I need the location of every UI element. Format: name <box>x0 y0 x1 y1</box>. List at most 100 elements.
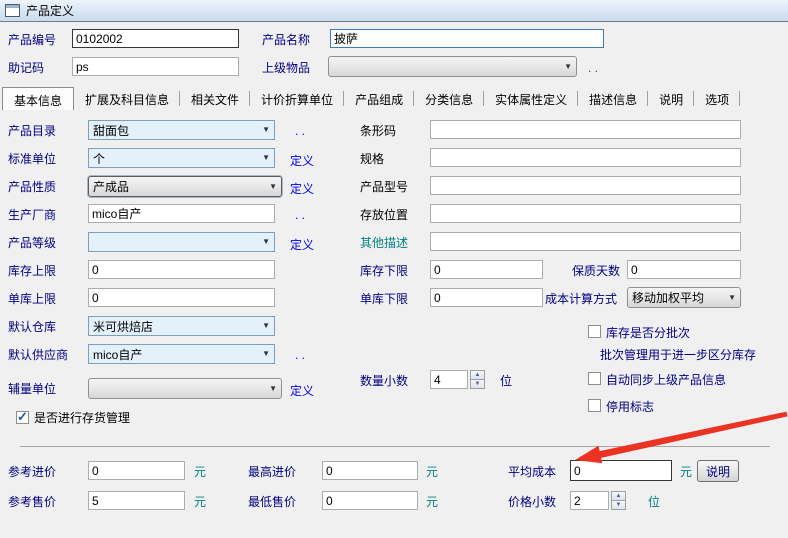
avg-cost-input[interactable] <box>570 460 672 481</box>
min-sale-input[interactable] <box>322 491 418 510</box>
window-title: 产品定义 <box>26 2 74 19</box>
ref-sale-unit: 元 <box>194 495 206 509</box>
ref-sale-label: 参考售价 <box>8 495 56 509</box>
store-upper-label: 单库上限 <box>8 292 56 306</box>
min-sale-unit: 元 <box>426 495 438 509</box>
price-decimal-label: 价格小数 <box>508 495 556 509</box>
ref-sale-input[interactable] <box>88 491 185 510</box>
store-lower-input[interactable] <box>430 288 543 307</box>
batch-label: 库存是否分批次 <box>606 326 690 340</box>
avg-cost-unit: 元 <box>680 465 692 479</box>
chevron-down-icon: ▼ <box>262 350 270 358</box>
manufacturer-input[interactable] <box>88 204 275 223</box>
nature-combo[interactable]: 产成品 ▼ <box>88 176 282 197</box>
product-name-label: 产品名称 <box>262 33 310 47</box>
title-bar: 产品定义 <box>0 0 788 22</box>
inventory-mgmt-label: 是否进行存货管理 <box>34 411 130 425</box>
cost-method-label: 成本计算方式 <box>545 292 617 306</box>
catalog-more-link[interactable]: . . <box>295 124 305 138</box>
tab-related-files[interactable]: 相关文件 <box>180 87 250 110</box>
qty-decimal-stepper[interactable]: ▲ ▼ <box>470 370 485 389</box>
price-decimal-stepper[interactable]: ▲ ▼ <box>611 491 626 510</box>
tab-bar: 基本信息 扩展及科目信息 相关文件 计价折算单位 产品组成 分类信息 实体属性定… <box>2 87 740 110</box>
aux-unit-combo[interactable]: ▼ <box>88 378 282 399</box>
sync-parent-label: 自动同步上级产品信息 <box>606 373 726 387</box>
qty-decimal-label: 数量小数 <box>360 374 408 388</box>
section-divider <box>20 446 770 447</box>
spec-input[interactable] <box>430 148 741 167</box>
parent-item-label: 上级物品 <box>262 61 310 75</box>
catalog-combo[interactable]: 甜面包 ▼ <box>88 120 275 140</box>
std-unit-combo[interactable]: 个 ▼ <box>88 148 275 168</box>
max-purchase-input[interactable] <box>322 461 418 480</box>
std-unit-label: 标准单位 <box>8 152 56 166</box>
tab-options[interactable]: 选项 <box>694 87 740 110</box>
window-form-icon <box>5 4 20 17</box>
chevron-down-icon: ▼ <box>269 385 277 393</box>
other-desc-label[interactable]: 其他描述 <box>360 236 408 250</box>
tab-description-info[interactable]: 描述信息 <box>578 87 648 110</box>
tab-product-composition[interactable]: 产品组成 <box>344 87 414 110</box>
price-decimal-unit: 位 <box>648 495 660 509</box>
spinner-up-icon[interactable]: ▲ <box>611 491 626 500</box>
inventory-mgmt-checkbox[interactable] <box>16 411 29 424</box>
chevron-down-icon: ▼ <box>262 154 270 162</box>
tab-remark[interactable]: 说明 <box>648 87 694 110</box>
spinner-down-icon[interactable]: ▼ <box>470 379 485 389</box>
chevron-down-icon: ▼ <box>564 63 572 71</box>
warehouse-combo[interactable]: 米可烘焙店 ▼ <box>88 316 275 336</box>
supplier-more-link[interactable]: . . <box>295 348 305 362</box>
supplier-label: 默认供应商 <box>8 348 68 362</box>
sync-parent-checkbox[interactable] <box>588 372 601 385</box>
mnemonic-label: 助记码 <box>8 61 44 75</box>
model-label: 产品型号 <box>360 180 408 194</box>
product-name-input[interactable] <box>330 29 604 48</box>
stock-lower-label: 库存下限 <box>360 264 408 278</box>
aux-unit-label: 辅量单位 <box>8 382 56 396</box>
stock-upper-input[interactable] <box>88 260 275 279</box>
location-input[interactable] <box>430 204 741 223</box>
qty-decimal-input[interactable] <box>430 370 468 389</box>
catalog-label: 产品目录 <box>8 124 56 138</box>
parent-item-more-link[interactable]: . . <box>588 61 598 75</box>
tab-category-info[interactable]: 分类信息 <box>414 87 484 110</box>
supplier-combo[interactable]: mico自产 ▼ <box>88 344 275 364</box>
warehouse-label: 默认仓库 <box>8 320 56 334</box>
location-label: 存放位置 <box>360 208 408 222</box>
grade-define-link[interactable]: 定义 <box>290 236 314 253</box>
product-code-label: 产品编号 <box>8 33 56 47</box>
parent-item-combo[interactable]: ▼ <box>328 56 577 77</box>
spinner-up-icon[interactable]: ▲ <box>470 370 485 379</box>
tab-extend-subject-info[interactable]: 扩展及科目信息 <box>74 87 180 110</box>
store-upper-input[interactable] <box>88 288 275 307</box>
cost-method-combo[interactable]: 移动加权平均 ▼ <box>627 287 741 308</box>
product-code-input[interactable] <box>72 29 239 48</box>
std-unit-define-link[interactable]: 定义 <box>290 152 314 169</box>
tab-pricing-conversion-unit[interactable]: 计价折算单位 <box>250 87 344 110</box>
model-input[interactable] <box>430 176 741 195</box>
product-definition-window: 产品定义 产品编号 产品名称 助记码 上级物品 ▼ . . 基本信息 扩展及科目… <box>0 0 788 538</box>
qty-decimal-unit: 位 <box>500 374 512 388</box>
tab-entity-attribute[interactable]: 实体属性定义 <box>484 87 578 110</box>
grade-combo[interactable]: ▼ <box>88 232 275 252</box>
disabled-flag-checkbox[interactable] <box>588 399 601 412</box>
price-decimal-input[interactable] <box>570 491 609 510</box>
tab-basic-info[interactable]: 基本信息 <box>2 87 74 110</box>
other-desc-input[interactable] <box>430 232 741 251</box>
explain-button[interactable]: 说明 <box>697 460 739 482</box>
barcode-label: 条形码 <box>360 124 396 138</box>
mnemonic-input[interactable] <box>72 57 239 76</box>
barcode-input[interactable] <box>430 120 741 139</box>
nature-define-link[interactable]: 定义 <box>290 180 314 197</box>
ref-purchase-input[interactable] <box>88 461 185 480</box>
stock-upper-label: 库存上限 <box>8 264 56 278</box>
spinner-down-icon[interactable]: ▼ <box>611 500 626 510</box>
manufacturer-more-link[interactable]: . . <box>295 208 305 222</box>
min-sale-label: 最低售价 <box>248 495 296 509</box>
batch-checkbox[interactable] <box>588 325 601 338</box>
shelf-days-input[interactable] <box>627 260 741 279</box>
stock-lower-input[interactable] <box>430 260 543 279</box>
manufacturer-label: 生产厂商 <box>8 208 56 222</box>
batch-note: 批次管理用于进一步区分库存 <box>600 348 756 362</box>
aux-unit-define-link[interactable]: 定义 <box>290 382 314 399</box>
